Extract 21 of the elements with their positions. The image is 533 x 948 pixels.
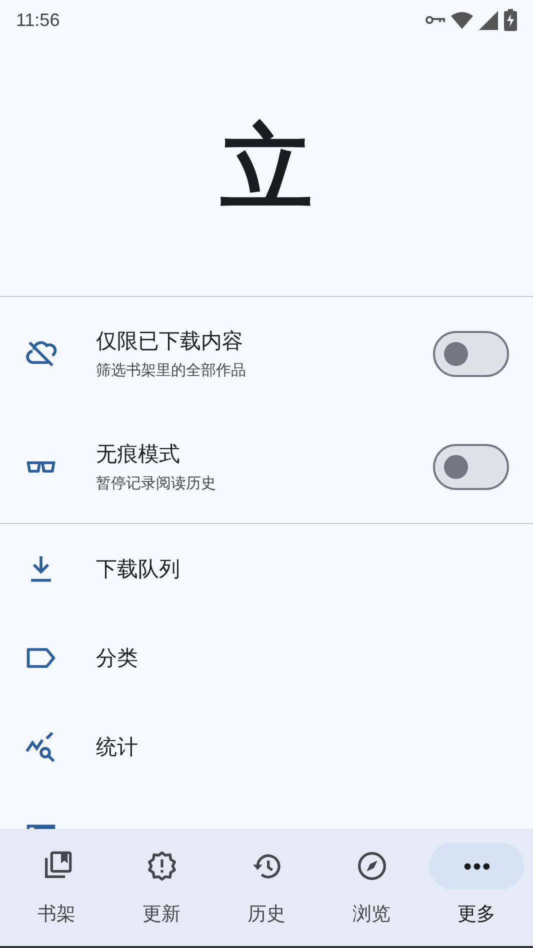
battery-icon [504,9,517,31]
nav-tab[interactable]: 历史 [216,843,316,927]
setting-subtitle: 暂停记录阅读历史 [96,474,217,493]
signal-icon [479,10,498,30]
toggle-switch[interactable] [433,444,509,490]
wifi-icon [451,11,473,29]
nav-tab[interactable]: 书架 [6,843,106,927]
setting-title: 仅限已下载内容 [96,328,244,355]
menu-item[interactable]: 分类 [96,644,138,672]
menu-item[interactable]: 下载队列 [96,554,180,582]
updates-icon [146,850,178,882]
toggle-switch[interactable] [433,330,509,376]
nav-tab[interactable]: 浏览 [322,843,422,927]
key-icon [425,15,445,25]
more-icon [464,862,490,870]
menu-item[interactable]: 统计 [96,732,138,760]
nav-tab[interactable]: 更新 [112,843,212,927]
setting-subtitle: 筛选书架里的全部作品 [96,361,247,380]
browse-icon [356,850,388,882]
status-time: 11:56 [16,10,60,30]
setting-title: 无痕模式 [96,441,181,468]
